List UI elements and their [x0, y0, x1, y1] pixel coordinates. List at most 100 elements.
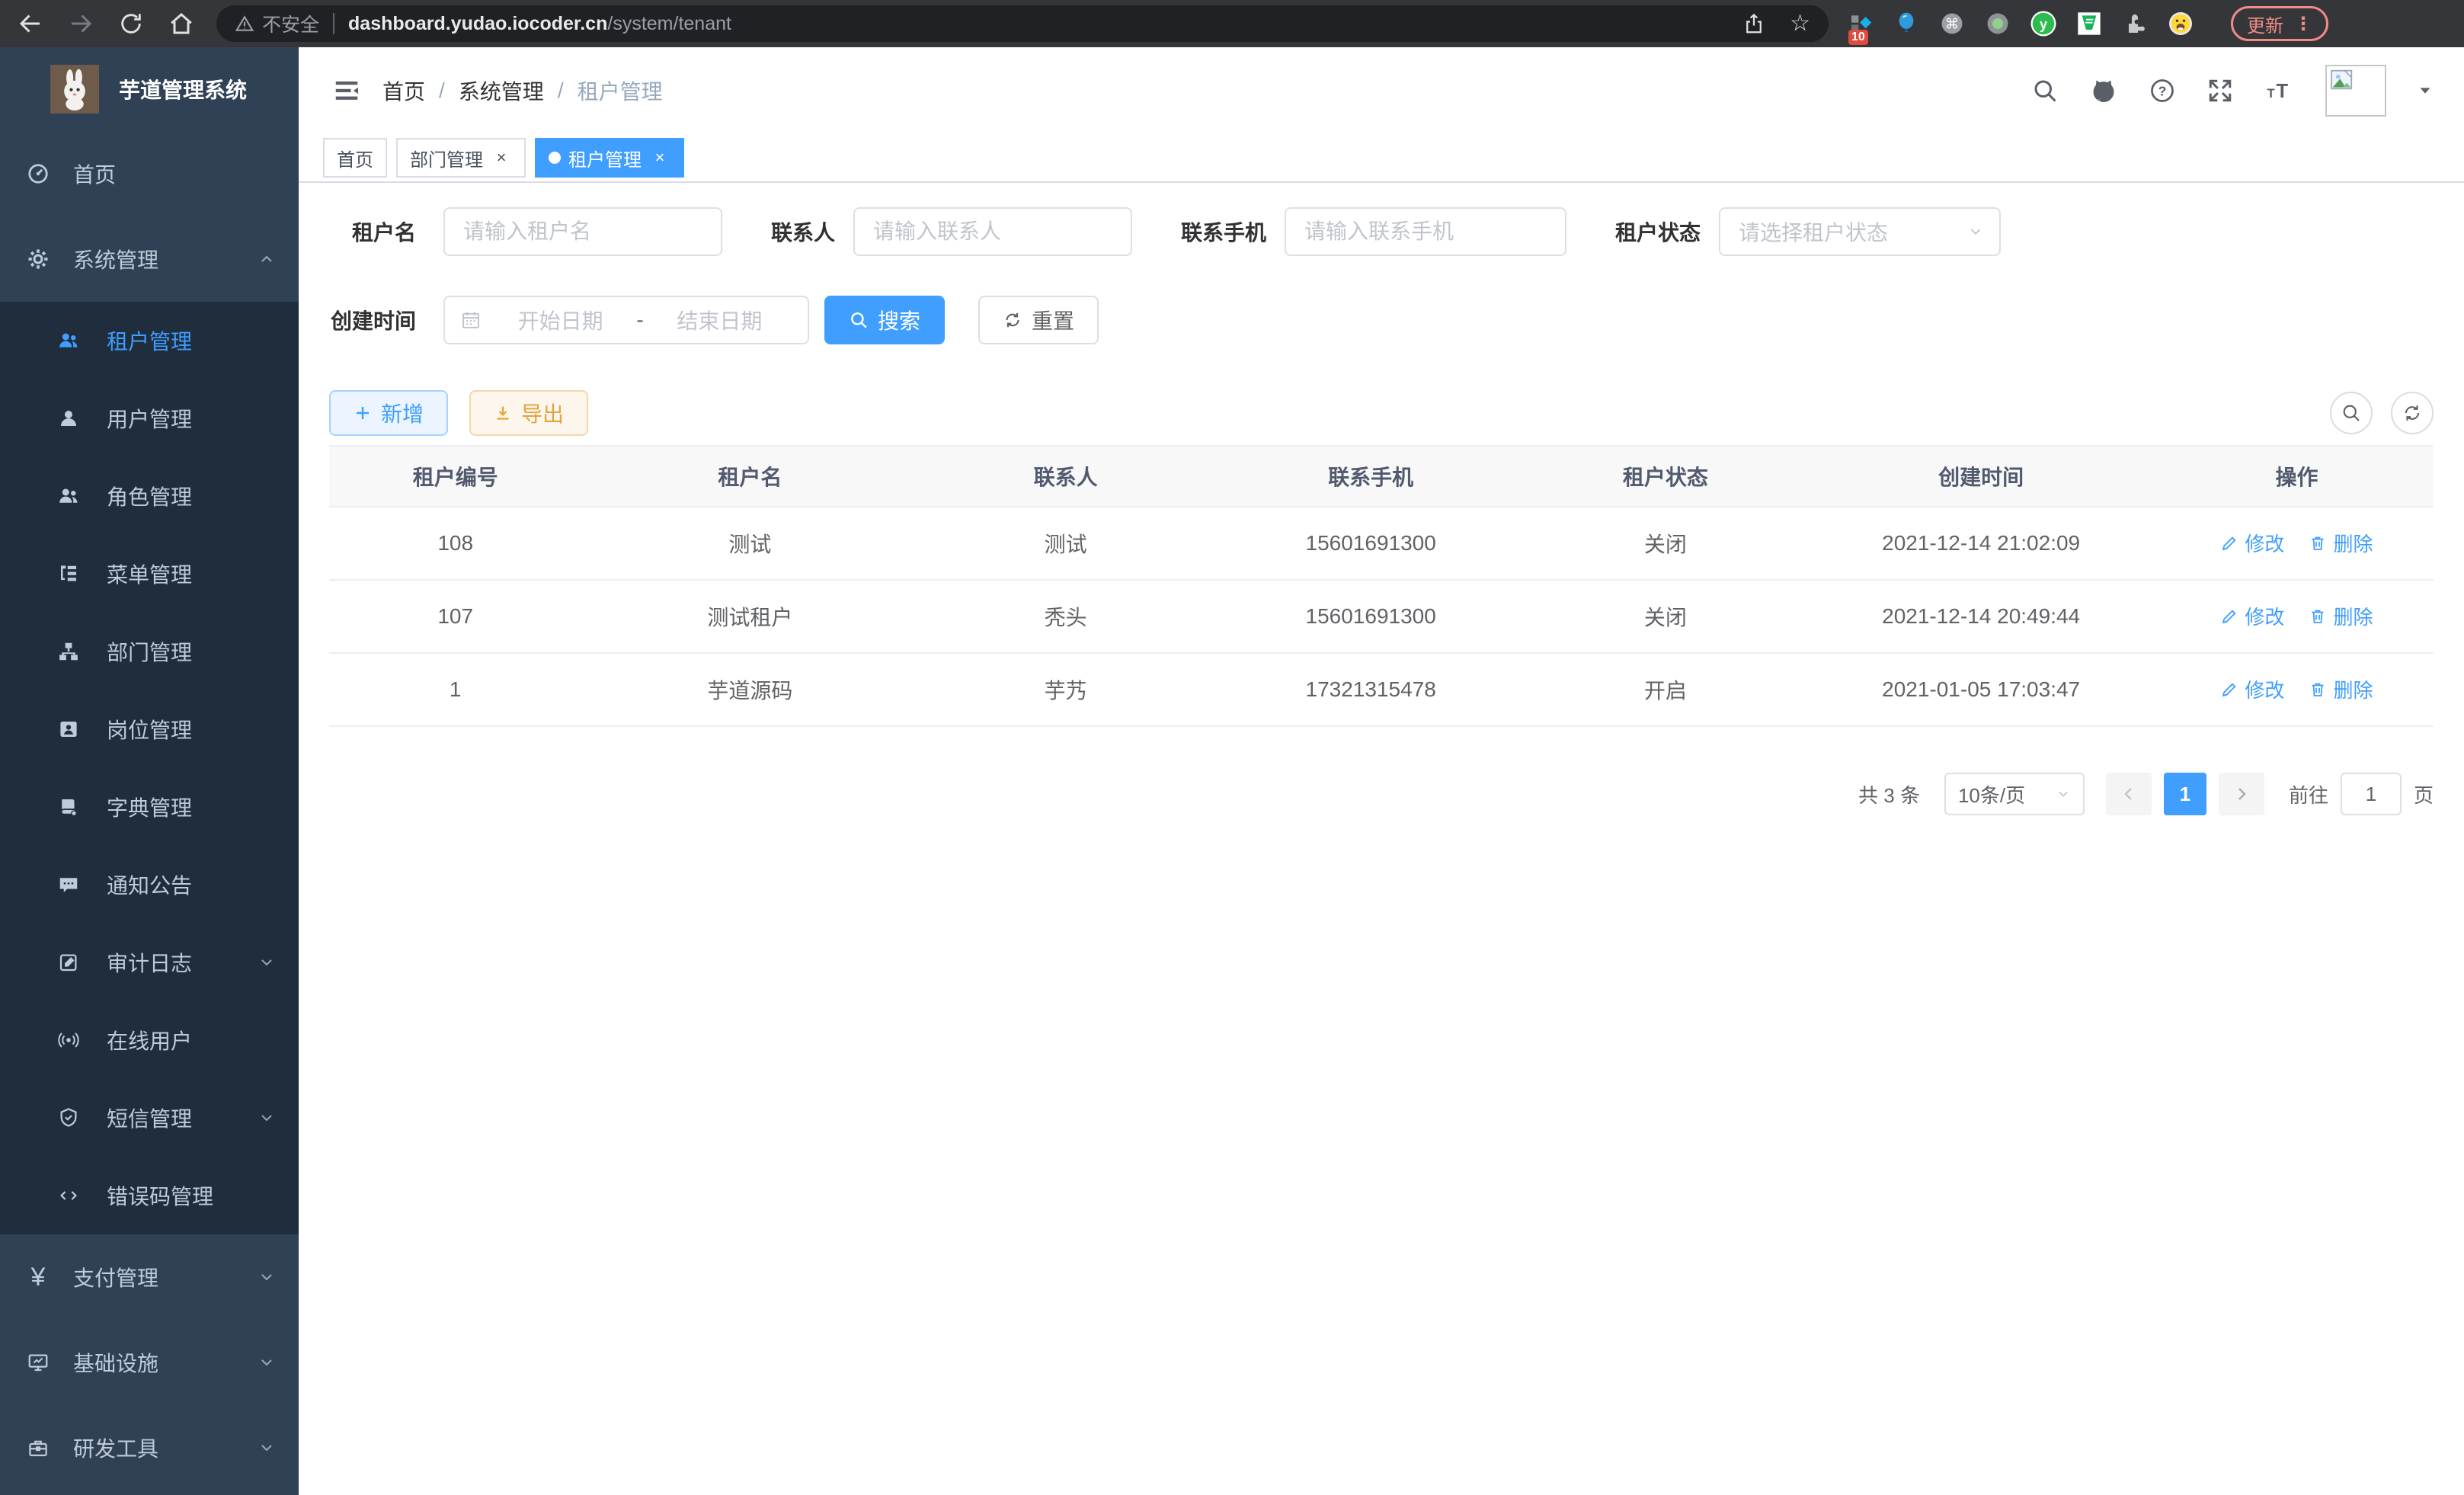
header-search-button[interactable] [2031, 77, 2059, 104]
browser-back-button[interactable] [15, 8, 46, 39]
chevron-up-icon [258, 250, 276, 268]
search-button[interactable]: 搜索 [824, 296, 945, 344]
tab-close-icon[interactable]: × [491, 148, 512, 168]
toggle-search-button[interactable] [2330, 392, 2373, 434]
breadcrumb-home[interactable]: 首页 [382, 75, 425, 106]
share-button[interactable] [1742, 12, 1765, 35]
edit-row-button[interactable]: 修改 [2220, 602, 2284, 630]
sidebar-item-label: 菜单管理 [107, 559, 192, 589]
sidebar-item-home[interactable]: 首页 [0, 131, 299, 216]
sidebar-item-label: 审计日志 [107, 947, 192, 978]
date-range-picker[interactable]: 开始日期 - 结束日期 [443, 296, 809, 344]
github-link-button[interactable] [2089, 76, 2118, 105]
sidebar-item-online-users[interactable]: 在线用户 [0, 1001, 299, 1079]
browser-forward-button[interactable] [66, 8, 96, 39]
date-start-placeholder[interactable]: 开始日期 [488, 305, 633, 335]
tab-close-icon[interactable]: × [649, 148, 670, 168]
reset-button-label: 重置 [1032, 305, 1074, 335]
extension-grid-badge-button[interactable]: 10 [1847, 10, 1874, 37]
page-size-select[interactable]: 10条/页 [1944, 773, 2085, 815]
extension-record-button[interactable] [1984, 10, 2011, 37]
svg-text:?: ? [2158, 83, 2167, 98]
bookmark-star-button[interactable]: ☆ [1790, 12, 1810, 35]
extension-chat-button[interactable] [2075, 10, 2103, 37]
shield-check-icon [56, 1106, 81, 1130]
profile-avatar-button[interactable] [2167, 10, 2194, 37]
sidebar-item-audit-log[interactable]: 审计日志 [0, 924, 299, 1001]
page-number-1[interactable]: 1 [2164, 773, 2206, 815]
breadcrumb: 首页 / 系统管理 / 租户管理 [382, 75, 663, 106]
sidebar-item-dev-tools[interactable]: 研发工具 [0, 1405, 299, 1490]
address-bar[interactable]: 不安全 dashboard.yudao.iocoder.cn/system/te… [216, 5, 1829, 42]
edit-row-button[interactable]: 修改 [2220, 529, 2284, 557]
sidebar-item-label: 字典管理 [107, 792, 192, 822]
tab-home[interactable]: 首页 [323, 138, 387, 178]
contact-input[interactable] [853, 207, 1132, 256]
sidebar-item-infra[interactable]: 基础设施 [0, 1320, 299, 1405]
table-row: 107 测试租户 秃头 15601691300 关闭 2021-12-14 20… [329, 580, 2434, 653]
next-page-button[interactable] [2219, 773, 2264, 815]
browser-menu-icon[interactable]: ⋮ [2294, 13, 2312, 35]
status-select[interactable]: 请选择租户状态 [1719, 207, 2001, 256]
mobile-input[interactable] [1285, 207, 1566, 256]
sidebar-item-pay[interactable]: ¥ 支付管理 [0, 1234, 299, 1320]
browser-update-button[interactable]: 更新 ⋮ [2231, 6, 2328, 41]
export-button[interactable]: 导出 [469, 390, 588, 436]
edit-row-button[interactable]: 修改 [2220, 675, 2284, 703]
delete-row-button[interactable]: 删除 [2309, 602, 2373, 630]
user-avatar[interactable] [2325, 65, 2386, 117]
cell-tenant-name: 测试 [581, 507, 918, 580]
tab-tenant[interactable]: 租户管理 × [535, 138, 684, 178]
warning-triangle-icon [235, 14, 254, 34]
refresh-table-button[interactable] [2391, 392, 2434, 434]
extension-balloon-button[interactable] [1893, 10, 1920, 37]
sidebar-item-role[interactable]: 角色管理 [0, 457, 299, 535]
emoji-face-icon [2167, 10, 2194, 37]
app-navbar: 首页 / 系统管理 / 租户管理 ? [299, 47, 2464, 134]
sidebar-item-error-code[interactable]: 错误码管理 [0, 1157, 299, 1234]
extensions-puzzle-button[interactable] [2121, 10, 2149, 37]
extension-command-button[interactable]: ⌘ [1938, 10, 1966, 37]
security-chip[interactable]: 不安全 [235, 10, 319, 37]
online-signal-icon [56, 1028, 81, 1052]
tenant-name-input[interactable] [443, 207, 722, 256]
extension-yuque-button[interactable]: y [2030, 10, 2057, 37]
svg-text:T: T [2277, 81, 2289, 102]
delete-row-button[interactable]: 删除 [2309, 675, 2373, 703]
sidebar-item-menu[interactable]: 菜单管理 [0, 535, 299, 613]
sidebar-toggle-button[interactable] [332, 76, 361, 105]
date-end-placeholder[interactable]: 结束日期 [647, 305, 792, 335]
tenant-table: 租户编号 租户名 联系人 联系手机 租户状态 创建时间 操作 108 测试 [329, 445, 2434, 727]
fullscreen-button[interactable] [2206, 77, 2234, 104]
security-label: 不安全 [262, 10, 319, 37]
breadcrumb-system[interactable]: 系统管理 [459, 75, 544, 106]
browser-home-button[interactable] [166, 8, 197, 39]
delete-row-button[interactable]: 删除 [2309, 529, 2373, 557]
sidebar-item-tenant[interactable]: 租户管理 [0, 302, 299, 379]
plus-icon [354, 404, 372, 422]
chevron-down-icon [258, 1109, 276, 1127]
tab-dept[interactable]: 部门管理 × [396, 138, 526, 178]
sidebar-logo[interactable]: 芋道管理系统 [0, 47, 299, 131]
breadcrumb-separator: / [558, 78, 564, 103]
sidebar-item-dict[interactable]: 字典管理 [0, 768, 299, 846]
sidebar-item-system[interactable]: 系统管理 [0, 216, 299, 302]
prev-page-button[interactable] [2106, 773, 2152, 815]
font-size-button[interactable]: TT [2264, 77, 2295, 104]
sidebar-item-notice[interactable]: 通知公告 [0, 846, 299, 924]
sidebar-item-post[interactable]: 岗位管理 [0, 690, 299, 768]
goto-page-input[interactable] [2341, 773, 2402, 815]
help-button[interactable]: ? [2149, 77, 2176, 104]
sidebar-item-dept[interactable]: 部门管理 [0, 613, 299, 690]
cell-contact: 测试 [918, 507, 1213, 580]
browser-reload-button[interactable] [116, 8, 146, 39]
avatar-caret-icon[interactable] [2417, 82, 2434, 99]
chevron-right-icon [2232, 785, 2251, 803]
cell-tenant-name: 测试租户 [581, 580, 918, 653]
sidebar-item-sms[interactable]: 短信管理 [0, 1079, 299, 1157]
reset-button[interactable]: 重置 [978, 296, 1099, 344]
add-button[interactable]: 新增 [329, 390, 448, 436]
sidebar-item-user[interactable]: 用户管理 [0, 379, 299, 457]
goto-label: 前往 [2289, 780, 2328, 808]
cell-tenant-id: 108 [329, 507, 581, 580]
